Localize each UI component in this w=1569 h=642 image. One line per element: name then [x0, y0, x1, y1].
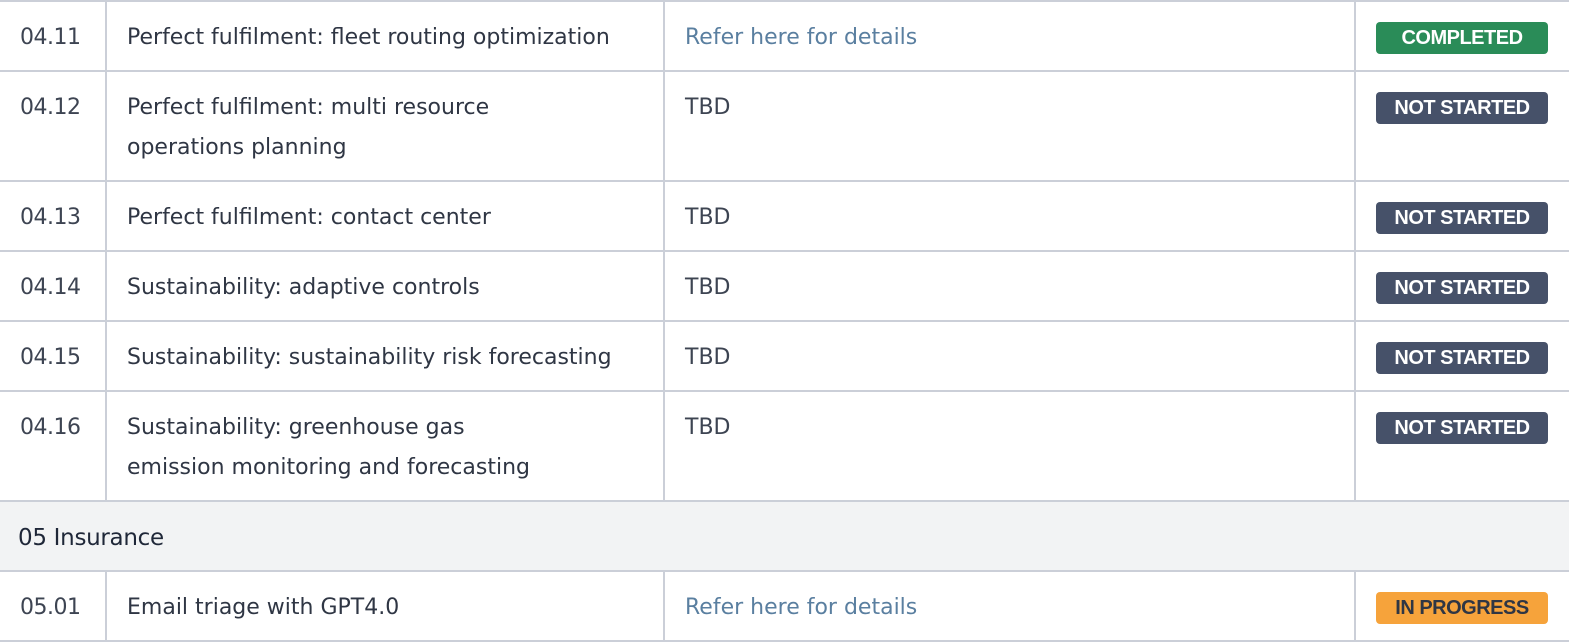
status-cell: NOT STARTED — [1354, 320, 1569, 392]
use-case-id: 04.11 — [0, 0, 107, 72]
status-cell: NOT STARTED — [1354, 70, 1569, 182]
use-case-name-line: operations planning — [127, 135, 347, 160]
use-case-name-line: Perfect fulfilment: contact center — [127, 205, 491, 230]
details-cell: Refer here for details — [663, 0, 1356, 72]
use-case-id: 04.13 — [0, 180, 107, 252]
details-cell: Refer here for details — [663, 570, 1356, 642]
details-cell: TBD — [663, 250, 1356, 322]
details-cell: TBD — [663, 70, 1356, 182]
section-title: 05 Insurance — [0, 500, 1569, 572]
table-row: 04.12 Perfect fulfilment: multi resource… — [0, 70, 1569, 182]
use-case-table: 04.11 Perfect fulfilment: fleet routing … — [0, 0, 1569, 642]
status-cell: COMPLETED — [1354, 0, 1569, 72]
table-row: 04.14 Sustainability: adaptive controls … — [0, 250, 1569, 322]
table-row: 04.11 Perfect fulfilment: fleet routing … — [0, 0, 1569, 72]
use-case-name: Sustainability: sustainability risk fore… — [105, 320, 665, 392]
table-row: 04.16 Sustainability: greenhouse gas emis… — [0, 390, 1569, 502]
use-case-name: Sustainability: greenhouse gas emission m… — [105, 390, 665, 502]
use-case-name-line: Email triage with GPT4.0 — [127, 595, 400, 620]
use-case-name-line: Sustainability: adaptive controls — [127, 275, 480, 300]
use-case-name-line: Perfect fulfilment: multi resource — [127, 95, 490, 120]
table-row: 04.15 Sustainability: sustainability ris… — [0, 320, 1569, 392]
status-badge: IN PROGRESS — [1376, 592, 1548, 624]
use-case-id: 04.16 — [0, 390, 107, 502]
status-cell: NOT STARTED — [1354, 180, 1569, 252]
use-case-id: 05.01 — [0, 570, 107, 642]
status-cell: NOT STARTED — [1354, 250, 1569, 322]
details-cell: TBD — [663, 390, 1356, 502]
use-case-name-line: Perfect fulfilment: fleet routing optimi… — [127, 25, 610, 50]
use-case-name: Perfect fulfilment: fleet routing optimi… — [105, 0, 665, 72]
details-link[interactable]: Refer here for details — [685, 595, 917, 620]
status-cell: NOT STARTED — [1354, 390, 1569, 502]
use-case-id: 04.14 — [0, 250, 107, 322]
status-badge: NOT STARTED — [1376, 412, 1548, 444]
use-case-id: 04.15 — [0, 320, 107, 392]
status-badge: NOT STARTED — [1376, 272, 1548, 304]
use-case-name-line: emission monitoring and forecasting — [127, 455, 530, 480]
use-case-name: Perfect fulfilment: multi resource operat… — [105, 70, 665, 182]
status-badge: NOT STARTED — [1376, 202, 1548, 234]
status-badge: NOT STARTED — [1376, 92, 1548, 124]
details-cell: TBD — [663, 320, 1356, 392]
use-case-name: Sustainability: adaptive controls — [105, 250, 665, 322]
table-row: 05.01 Email triage with GPT4.0 Refer her… — [0, 570, 1569, 642]
section-header-row: 05 Insurance — [0, 500, 1569, 572]
use-case-name-line: Sustainability: sustainability risk fore… — [127, 345, 612, 370]
status-badge: COMPLETED — [1376, 22, 1548, 54]
use-case-name-line: Sustainability: greenhouse gas — [127, 415, 465, 440]
table-row: 04.13 Perfect fulfilment: contact center… — [0, 180, 1569, 252]
status-badge: NOT STARTED — [1376, 342, 1548, 374]
use-case-name: Email triage with GPT4.0 — [105, 570, 665, 642]
status-cell: IN PROGRESS — [1354, 570, 1569, 642]
use-case-name: Perfect fulfilment: contact center — [105, 180, 665, 252]
details-link[interactable]: Refer here for details — [685, 25, 917, 50]
use-case-id: 04.12 — [0, 70, 107, 182]
details-cell: TBD — [663, 180, 1356, 252]
